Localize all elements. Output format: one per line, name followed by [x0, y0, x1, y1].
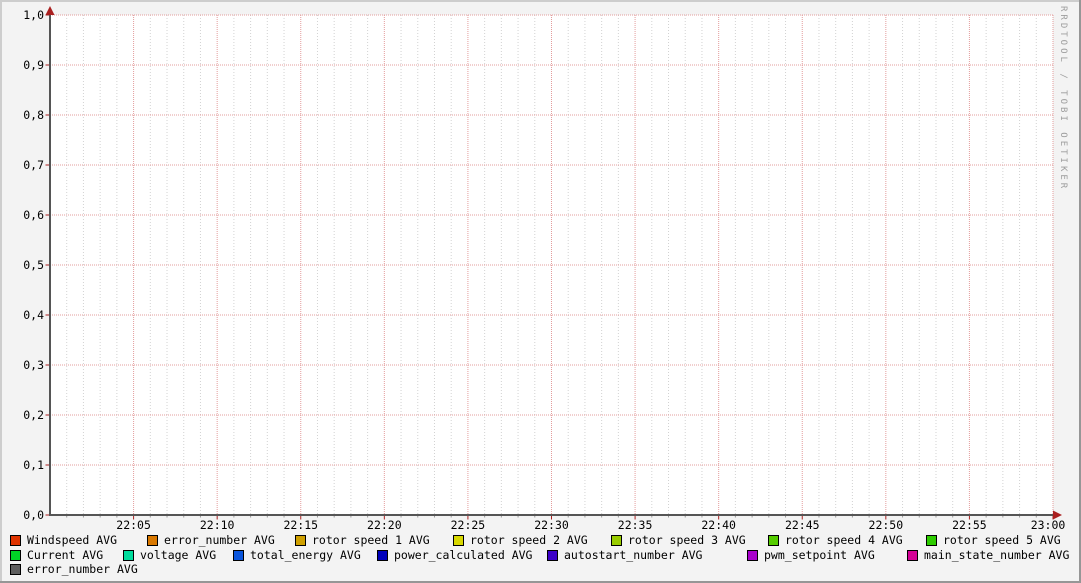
- legend-item: rotor speed 4 AVG: [768, 534, 903, 546]
- watermark-text: RRDTOOL / TOBI OETIKER: [1058, 6, 1068, 192]
- legend-label: rotor speed 4 AVG: [785, 533, 903, 547]
- legend-label: rotor speed 5 AVG: [943, 533, 1061, 547]
- legend-item: voltage AVG: [123, 549, 216, 561]
- legend-item: main_state_number AVG: [907, 549, 1069, 561]
- legend-label: rotor speed 3 AVG: [628, 533, 746, 547]
- legend-item: rotor speed 2 AVG: [453, 534, 588, 546]
- legend-item: error_number AVG: [147, 534, 275, 546]
- legend-item: rotor speed 1 AVG: [295, 534, 430, 546]
- legend-label: main_state_number AVG: [924, 548, 1070, 562]
- legend-color-swatch: [907, 550, 918, 561]
- legend-label: autostart_number AVG: [564, 548, 703, 562]
- legend-item: autostart_number AVG: [547, 549, 702, 561]
- legend-color-swatch: [768, 535, 779, 546]
- legend: Windspeed AVG error_number AVG rotor speed…: [0, 0, 1081, 583]
- legend-item: Windspeed AVG: [10, 534, 117, 546]
- legend-item: pwm_setpoint AVG: [747, 549, 875, 561]
- legend-item: Current AVG: [10, 549, 103, 561]
- rrdtool-graph: 1,0 0,9 0,8 0,7 0,6 0,5 0,4 0,3 0,2 0,1 0,0 22:05 2…: [0, 0, 1081, 583]
- legend-label: power_calculated AVG: [394, 548, 533, 562]
- legend-item: rotor speed 3 AVG: [611, 534, 746, 546]
- legend-color-swatch: [147, 535, 158, 546]
- legend-label: voltage AVG: [140, 548, 217, 562]
- frame-border-left: [0, 0, 2, 583]
- legend-item: error_number AVG: [10, 563, 138, 575]
- legend-color-swatch: [926, 535, 937, 546]
- legend-color-swatch: [10, 564, 21, 575]
- legend-label: rotor speed 1 AVG: [312, 533, 430, 547]
- legend-color-swatch: [453, 535, 464, 546]
- legend-label: error_number AVG: [27, 562, 138, 576]
- legend-color-swatch: [10, 535, 21, 546]
- legend-item: rotor speed 5 AVG: [926, 534, 1061, 546]
- legend-color-swatch: [10, 550, 21, 561]
- legend-color-swatch: [123, 550, 134, 561]
- frame-border-top: [0, 0, 1081, 2]
- legend-label: total_energy AVG: [250, 548, 361, 562]
- legend-color-swatch: [295, 535, 306, 546]
- legend-color-swatch: [547, 550, 558, 561]
- legend-label: rotor speed 2 AVG: [470, 533, 588, 547]
- legend-item: power_calculated AVG: [377, 549, 532, 561]
- legend-color-swatch: [747, 550, 758, 561]
- legend-label: error_number AVG: [164, 533, 275, 547]
- legend-label: Current AVG: [27, 548, 104, 562]
- legend-color-swatch: [233, 550, 244, 561]
- legend-label: Windspeed AVG: [27, 533, 118, 547]
- legend-item: total_energy AVG: [233, 549, 361, 561]
- legend-color-swatch: [377, 550, 388, 561]
- legend-color-swatch: [611, 535, 622, 546]
- legend-label: pwm_setpoint AVG: [764, 548, 875, 562]
